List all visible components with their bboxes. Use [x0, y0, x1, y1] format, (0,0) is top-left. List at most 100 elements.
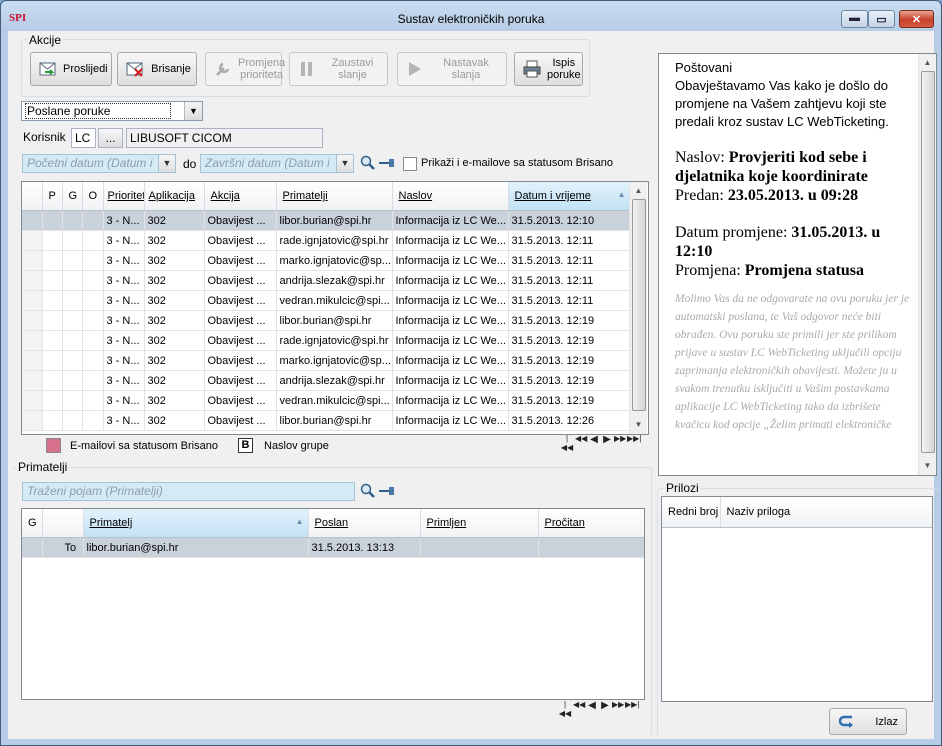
close-button[interactable]: ✕ — [899, 10, 934, 28]
stop-sending-button[interactable]: Zaustavi slanje — [289, 52, 388, 86]
message-row[interactable]: 3 - N... 302 Obavijest ... rade.ignjatovic@… — [22, 330, 631, 351]
forward-button[interactable]: Proslijedi — [30, 52, 112, 86]
message-row[interactable]: 3 - N... 302 Obavijest ... libor.burian@spi… — [22, 410, 631, 431]
row-header[interactable] — [22, 290, 43, 311]
rec-next-page-icon[interactable]: ▶▶ — [612, 700, 624, 718]
col-action[interactable]: Akcija — [204, 182, 277, 211]
row-header[interactable] — [22, 250, 43, 271]
row-header[interactable] — [22, 210, 43, 231]
user-lookup-button[interactable]: ... — [98, 128, 123, 148]
preview-scrollbar[interactable]: ▲ ▼ — [918, 54, 936, 475]
message-row[interactable]: 3 - N... 302 Obavijest ... rade.ignjatovic@… — [22, 230, 631, 251]
col-rec-received[interactable]: Primljen — [420, 509, 539, 538]
next-row-icon[interactable]: ▶ — [601, 434, 613, 452]
col-rec-g[interactable]: G — [22, 509, 43, 538]
row-header[interactable] — [22, 310, 43, 331]
messages-scrollbar[interactable]: ▲ ▼ — [629, 182, 647, 434]
row-header[interactable] — [22, 270, 43, 291]
row-header[interactable] — [22, 390, 43, 411]
col-subject[interactable]: Naslov — [392, 182, 509, 211]
flag-cell — [82, 270, 104, 291]
print-message-button[interactable]: Ispis poruke — [514, 52, 583, 86]
scroll-up-icon[interactable]: ▲ — [630, 182, 647, 199]
col-att-name[interactable]: Naziv priloga — [720, 497, 932, 528]
recipients-search-icon[interactable] — [360, 483, 376, 502]
recipients-search-field[interactable]: Traženi pojam (Primatelji) — [22, 482, 355, 501]
delete-button[interactable]: Brisanje — [117, 52, 197, 86]
subject-cell: Informacija iz LC We... — [392, 330, 509, 351]
row-header[interactable] — [22, 230, 43, 251]
col-priority[interactable]: Prioritet — [103, 182, 145, 211]
rec-first-page-icon[interactable]: |◀◀ — [558, 700, 572, 718]
col-application[interactable]: Aplikacija — [144, 182, 205, 211]
maximize-button[interactable]: ▭ — [868, 10, 895, 28]
col-rec-type[interactable] — [42, 509, 84, 538]
message-row[interactable]: 3 - N... 302 Obavijest ... vedran.mikulcic@… — [22, 290, 631, 311]
recipient-row[interactable]: To libor.burian@spi.hr 31.5.2013. 13:13 — [22, 537, 644, 558]
scroll-down-icon[interactable]: ▼ — [630, 416, 647, 433]
date-to-field[interactable]: Završni datum (Datum i ▼ — [200, 154, 354, 173]
col-datetime[interactable]: Datum i vrijeme ▲ — [508, 182, 631, 211]
message-row[interactable]: 3 - N... 302 Obavijest ... libor.burian@spi… — [22, 310, 631, 331]
rec-next-row-icon[interactable]: ▶ — [599, 700, 611, 718]
minimize-button[interactable]: ▬ — [841, 10, 868, 28]
col-rec-read[interactable]: Pročitan — [538, 509, 644, 538]
datetime-cell: 31.5.2013. 12:19 — [508, 370, 631, 391]
message-row[interactable]: 3 - N... 302 Obavijest ... marko.ignjatovic… — [22, 250, 631, 271]
submitted-label: Predan: — [675, 187, 724, 204]
flag-cell — [62, 250, 83, 271]
preview-scroll-thumb[interactable] — [921, 71, 935, 453]
preview-scroll-down-icon[interactable]: ▼ — [919, 457, 936, 474]
message-row[interactable]: 3 - N... 302 Obavijest ... vedran.mikulcic@… — [22, 390, 631, 411]
prev-row-icon[interactable]: ◀ — [588, 434, 600, 452]
flag-cell — [82, 250, 104, 271]
col-action-label: Akcija — [210, 190, 240, 202]
date-from-field[interactable]: Početni datum (Datum i ▼ — [22, 154, 176, 173]
user-label: Korisnik — [23, 130, 66, 144]
message-preview[interactable]: Poštovani Obavještavamo Vas kako je došl… — [658, 53, 937, 476]
title-bar[interactable]: SPI Sustav elektroničkih poruka ▬ ▭ ✕ — [1, 1, 941, 31]
flag-cell — [62, 390, 83, 411]
show-deleted-checkbox[interactable] — [403, 157, 417, 171]
col-att-no[interactable]: Redni broj — [662, 497, 721, 528]
col-recipients[interactable]: Primatelji — [276, 182, 393, 211]
rec-last-page-icon[interactable]: ▶▶| — [625, 700, 639, 718]
search-icon[interactable] — [360, 155, 376, 174]
rec-prev-page-icon[interactable]: ◀◀ — [573, 700, 585, 718]
message-row[interactable]: 3 - N... 302 Obavijest ... andrija.slezak@s… — [22, 270, 631, 291]
recipients-grid[interactable]: G Primatelj ▲ Poslan Primljen Pročitan To… — [21, 508, 645, 700]
last-page-icon[interactable]: ▶▶| — [627, 434, 641, 452]
message-row[interactable]: 3 - N... 302 Obavijest ... andrija.slezak@s… — [22, 370, 631, 391]
exit-button[interactable]: Izlaz — [829, 708, 907, 735]
next-page-icon[interactable]: ▶▶ — [614, 434, 626, 452]
col-g[interactable]: G — [62, 182, 83, 211]
date-to-dropdown-icon[interactable]: ▼ — [336, 155, 353, 172]
change-priority-button[interactable]: Promjena prioriteta — [205, 52, 285, 86]
prev-page-icon[interactable]: ◀◀ — [575, 434, 587, 452]
first-page-icon[interactable]: |◀◀ — [560, 434, 574, 452]
priority-cell: 3 - N... — [103, 370, 145, 391]
clear-filter-icon[interactable] — [378, 157, 396, 172]
rec-prev-row-icon[interactable]: ◀ — [586, 700, 598, 718]
recipients-clear-icon[interactable] — [378, 485, 396, 500]
row-header[interactable] — [22, 350, 43, 371]
preview-scroll-up-icon[interactable]: ▲ — [919, 54, 936, 71]
col-rec-recipient[interactable]: Primatelj ▲ — [83, 509, 309, 538]
attachments-grid[interactable]: Redni broj Naziv priloga — [661, 496, 933, 702]
message-type-select[interactable]: Poslane poruke ▼ — [21, 101, 203, 121]
messages-grid[interactable]: P G O Prioritet Aplikacija Akcija Primat… — [21, 181, 649, 435]
col-p[interactable]: P — [42, 182, 63, 211]
user-code-field[interactable]: LC — [71, 128, 96, 148]
resume-sending-button[interactable]: Nastavak slanja — [397, 52, 507, 86]
date-from-dropdown-icon[interactable]: ▼ — [158, 155, 175, 172]
row-header[interactable] — [22, 330, 43, 351]
col-o[interactable]: O — [82, 182, 104, 211]
message-row[interactable]: 3 - N... 302 Obavijest ... libor.burian@spi… — [22, 210, 631, 231]
scroll-thumb[interactable] — [632, 199, 646, 411]
col-rec-sent[interactable]: Poslan — [308, 509, 421, 538]
message-row[interactable]: 3 - N... 302 Obavijest ... marko.ignjatovic… — [22, 350, 631, 371]
window-title: Sustav elektroničkih poruka — [397, 12, 545, 26]
row-header[interactable] — [22, 410, 43, 431]
stop-sending-label: Zaustavi slanje — [331, 57, 374, 81]
row-header[interactable] — [22, 370, 43, 391]
